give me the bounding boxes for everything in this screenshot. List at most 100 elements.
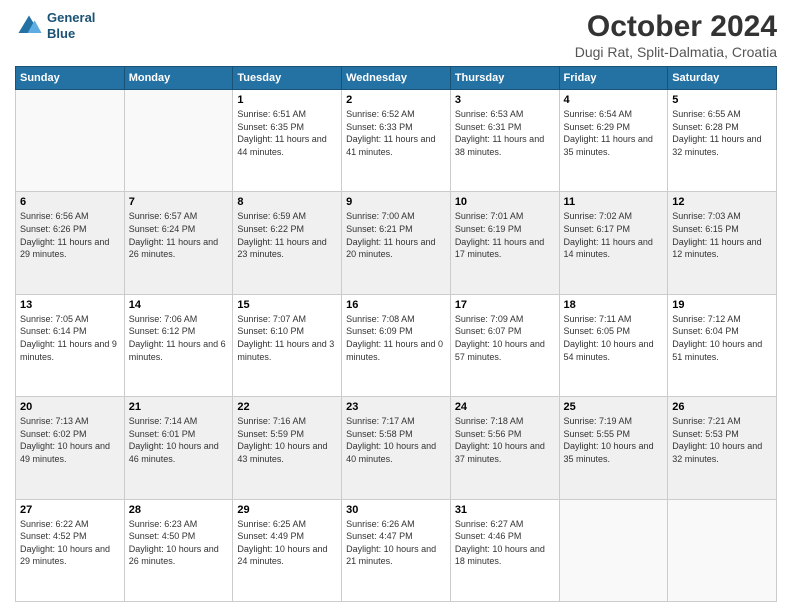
calendar-cell: 31 Sunrise: 6:27 AM Sunset: 4:46 PM Dayli… <box>450 499 559 601</box>
day-info: Sunrise: 7:02 AM Sunset: 6:17 PM Dayligh… <box>564 210 664 260</box>
calendar-cell: 5Sunrise: 6:55 AM Sunset: 6:28 PM Daylig… <box>668 90 777 192</box>
calendar-cell: 10Sunrise: 7:01 AM Sunset: 6:19 PM Dayli… <box>450 192 559 294</box>
day-info: Sunrise: 7:09 AM Sunset: 6:07 PM Dayligh… <box>455 313 555 363</box>
day-number: 23 <box>346 401 446 413</box>
day-number: 31 <box>455 504 555 516</box>
day-number: 1 <box>237 94 337 106</box>
day-number: 26 <box>672 401 772 413</box>
logo-icon <box>15 12 43 40</box>
day-info: Sunrise: 6:54 AM Sunset: 6:29 PM Dayligh… <box>564 108 664 158</box>
day-number: 24 <box>455 401 555 413</box>
day-number: 7 <box>129 196 229 208</box>
calendar-cell <box>16 90 125 192</box>
day-number: 6 <box>20 196 120 208</box>
day-number: 4 <box>564 94 664 106</box>
calendar-cell: 19 Sunrise: 7:12 AM Sunset: 6:04 PM Dayli… <box>668 294 777 396</box>
day-number: 20 <box>20 401 120 413</box>
calendar-cell <box>559 499 668 601</box>
day-info: Sunrise: 6:51 AM Sunset: 6:35 PM Dayligh… <box>237 108 337 158</box>
calendar-week-row: 1 Sunrise: 6:51 AM Sunset: 6:35 PM Daylig… <box>16 90 777 192</box>
weekday-header: Friday <box>559 67 668 90</box>
day-number: 30 <box>346 504 446 516</box>
calendar-cell: 22 Sunrise: 7:16 AM Sunset: 5:59 PM Dayli… <box>233 397 342 499</box>
calendar-cell: 16Sunrise: 7:08 AM Sunset: 6:09 PM Dayli… <box>342 294 451 396</box>
calendar-cell: 11Sunrise: 7:02 AM Sunset: 6:17 PM Dayli… <box>559 192 668 294</box>
calendar-week-row: 27 Sunrise: 6:22 AM Sunset: 4:52 PM Dayli… <box>16 499 777 601</box>
calendar-cell: 1 Sunrise: 6:51 AM Sunset: 6:35 PM Daylig… <box>233 90 342 192</box>
day-info: Sunrise: 7:21 AM Sunset: 5:53 PM Dayligh… <box>672 415 772 465</box>
logo: General Blue <box>15 10 95 41</box>
calendar-cell: 9Sunrise: 7:00 AM Sunset: 6:21 PM Daylig… <box>342 192 451 294</box>
day-number: 10 <box>455 196 555 208</box>
calendar-cell: 15Sunrise: 7:07 AM Sunset: 6:10 PM Dayli… <box>233 294 342 396</box>
calendar-cell: 14Sunrise: 7:06 AM Sunset: 6:12 PM Dayli… <box>124 294 233 396</box>
day-info: Sunrise: 7:17 AM Sunset: 5:58 PM Dayligh… <box>346 415 446 465</box>
weekday-header: Sunday <box>16 67 125 90</box>
subtitle: Dugi Rat, Split-Dalmatia, Croatia <box>575 44 777 60</box>
calendar-cell: 28Sunrise: 6:23 AM Sunset: 4:50 PM Dayli… <box>124 499 233 601</box>
day-info: Sunrise: 7:12 AM Sunset: 6:04 PM Dayligh… <box>672 313 772 363</box>
calendar-cell: 3 Sunrise: 6:53 AM Sunset: 6:31 PM Daylig… <box>450 90 559 192</box>
calendar-cell: 18 Sunrise: 7:11 AM Sunset: 6:05 PM Dayli… <box>559 294 668 396</box>
day-number: 2 <box>346 94 446 106</box>
day-info: Sunrise: 6:27 AM Sunset: 4:46 PM Dayligh… <box>455 518 555 568</box>
weekday-header: Monday <box>124 67 233 90</box>
day-number: 3 <box>455 94 555 106</box>
day-info: Sunrise: 6:53 AM Sunset: 6:31 PM Dayligh… <box>455 108 555 158</box>
day-info: Sunrise: 6:22 AM Sunset: 4:52 PM Dayligh… <box>20 518 120 568</box>
calendar-cell <box>124 90 233 192</box>
calendar-cell: 24 Sunrise: 7:18 AM Sunset: 5:56 PM Dayli… <box>450 397 559 499</box>
weekday-header: Saturday <box>668 67 777 90</box>
day-info: Sunrise: 7:18 AM Sunset: 5:56 PM Dayligh… <box>455 415 555 465</box>
weekday-header: Wednesday <box>342 67 451 90</box>
calendar-cell: 13Sunrise: 7:05 AM Sunset: 6:14 PM Dayli… <box>16 294 125 396</box>
day-info: Sunrise: 7:19 AM Sunset: 5:55 PM Dayligh… <box>564 415 664 465</box>
day-number: 29 <box>237 504 337 516</box>
calendar-week-row: 6 Sunrise: 6:56 AM Sunset: 6:26 PM Daylig… <box>16 192 777 294</box>
day-number: 17 <box>455 299 555 311</box>
logo-line1: General <box>47 10 95 25</box>
day-number: 21 <box>129 401 229 413</box>
calendar-header: SundayMondayTuesdayWednesdayThursdayFrid… <box>16 67 777 90</box>
page: General Blue October 2024 Dugi Rat, Spli… <box>0 0 792 612</box>
day-info: Sunrise: 6:56 AM Sunset: 6:26 PM Dayligh… <box>20 210 120 260</box>
logo-text: General Blue <box>47 10 95 41</box>
calendar-body: 1 Sunrise: 6:51 AM Sunset: 6:35 PM Daylig… <box>16 90 777 602</box>
day-info: Sunrise: 7:16 AM Sunset: 5:59 PM Dayligh… <box>237 415 337 465</box>
day-number: 18 <box>564 299 664 311</box>
day-number: 14 <box>129 299 229 311</box>
day-info: Sunrise: 7:03 AM Sunset: 6:15 PM Dayligh… <box>672 210 772 260</box>
day-info: Sunrise: 6:26 AM Sunset: 4:47 PM Dayligh… <box>346 518 446 568</box>
calendar-cell: 4 Sunrise: 6:54 AM Sunset: 6:29 PM Daylig… <box>559 90 668 192</box>
day-info: Sunrise: 6:25 AM Sunset: 4:49 PM Dayligh… <box>237 518 337 568</box>
day-info: Sunrise: 6:57 AM Sunset: 6:24 PM Dayligh… <box>129 210 229 260</box>
day-info: Sunrise: 6:23 AM Sunset: 4:50 PM Dayligh… <box>129 518 229 568</box>
day-number: 5 <box>672 94 772 106</box>
calendar-cell: 17 Sunrise: 7:09 AM Sunset: 6:07 PM Dayli… <box>450 294 559 396</box>
day-info: Sunrise: 6:52 AM Sunset: 6:33 PM Dayligh… <box>346 108 446 158</box>
day-info: Sunrise: 7:08 AM Sunset: 6:09 PM Dayligh… <box>346 313 446 363</box>
calendar-cell: 7 Sunrise: 6:57 AM Sunset: 6:24 PM Daylig… <box>124 192 233 294</box>
day-number: 12 <box>672 196 772 208</box>
day-info: Sunrise: 7:13 AM Sunset: 6:02 PM Dayligh… <box>20 415 120 465</box>
calendar-cell: 25 Sunrise: 7:19 AM Sunset: 5:55 PM Dayli… <box>559 397 668 499</box>
day-info: Sunrise: 7:11 AM Sunset: 6:05 PM Dayligh… <box>564 313 664 363</box>
logo-line2: Blue <box>47 26 75 41</box>
weekday-row: SundayMondayTuesdayWednesdayThursdayFrid… <box>16 67 777 90</box>
calendar-cell: 21Sunrise: 7:14 AM Sunset: 6:01 PM Dayli… <box>124 397 233 499</box>
calendar-cell: 29 Sunrise: 6:25 AM Sunset: 4:49 PM Dayli… <box>233 499 342 601</box>
day-info: Sunrise: 7:05 AM Sunset: 6:14 PM Dayligh… <box>20 313 120 363</box>
header: General Blue October 2024 Dugi Rat, Spli… <box>15 10 777 60</box>
calendar-week-row: 20 Sunrise: 7:13 AM Sunset: 6:02 PM Dayli… <box>16 397 777 499</box>
calendar-cell: 20 Sunrise: 7:13 AM Sunset: 6:02 PM Dayli… <box>16 397 125 499</box>
day-number: 27 <box>20 504 120 516</box>
day-number: 22 <box>237 401 337 413</box>
day-number: 25 <box>564 401 664 413</box>
calendar-cell <box>668 499 777 601</box>
calendar-cell: 8Sunrise: 6:59 AM Sunset: 6:22 PM Daylig… <box>233 192 342 294</box>
day-number: 19 <box>672 299 772 311</box>
day-number: 9 <box>346 196 446 208</box>
main-title: October 2024 <box>575 10 777 44</box>
calendar-cell: 2 Sunrise: 6:52 AM Sunset: 6:33 PM Daylig… <box>342 90 451 192</box>
day-info: Sunrise: 6:59 AM Sunset: 6:22 PM Dayligh… <box>237 210 337 260</box>
